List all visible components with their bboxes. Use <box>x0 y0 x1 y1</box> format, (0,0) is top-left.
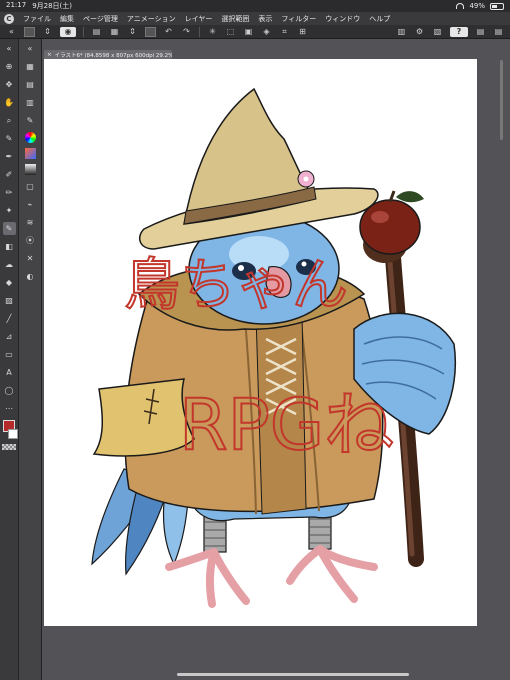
eraser-icon[interactable]: ◈ <box>261 27 272 37</box>
tool-property-icon[interactable]: ≋ <box>24 216 37 229</box>
pen-selected-icon[interactable]: ✎ <box>2 222 16 235</box>
auto-action-icon[interactable]: ✕ <box>24 252 37 265</box>
menu-view[interactable]: 表示 <box>258 14 272 24</box>
redo-icon[interactable]: ↷ <box>181 27 192 37</box>
eye-icon[interactable]: ◉ <box>60 26 76 37</box>
reference-icon[interactable]: ▧ <box>432 27 443 37</box>
brush-tool-icon[interactable]: ✐ <box>3 168 16 181</box>
menu-page[interactable]: ページ管理 <box>83 14 118 24</box>
menu-layer[interactable]: レイヤー <box>185 14 213 24</box>
text-tool-icon[interactable]: A <box>3 366 16 379</box>
menu-window[interactable]: ウィンドウ <box>325 14 360 24</box>
zoom-tool-icon[interactable]: ⊕ <box>3 60 16 73</box>
status-bar: 21:17 9月28日(土) 49% <box>0 0 510 12</box>
panel-layout-icon[interactable]: ▥ <box>396 27 407 37</box>
help-button[interactable]: ? <box>450 26 468 37</box>
history-icon[interactable]: ▢ <box>24 180 37 193</box>
blend-tool-icon[interactable]: ☁ <box>3 258 16 271</box>
layer-icon[interactable]: ▦ <box>24 60 37 73</box>
menu-edit[interactable]: 編集 <box>60 14 74 24</box>
app-logo-icon[interactable]: C <box>4 13 14 24</box>
battery-percent: 49% <box>469 2 485 10</box>
save-icon[interactable]: ▦ <box>109 27 120 37</box>
airbrush-icon[interactable]: ✦ <box>3 204 16 217</box>
handwriting-name: 鳥ちゃん <box>124 253 348 318</box>
background-color-swatch[interactable] <box>8 429 18 439</box>
panel-toggle-icon-2[interactable]: ▤ <box>493 27 504 37</box>
canvas-tab[interactable]: × イラスト6* (84.8598 x 807px 600dpi 29.2%) <box>44 50 172 59</box>
color-wheel-icon[interactable] <box>24 132 36 143</box>
battery-icon <box>490 2 504 10</box>
eraser-tool-icon[interactable]: ◧ <box>3 240 16 253</box>
close-icon[interactable]: × <box>47 52 52 58</box>
sub-tool-icon[interactable]: ✎ <box>24 114 37 127</box>
pencil-tool-icon[interactable]: ✏ <box>3 186 16 199</box>
move-tool-icon[interactable]: ✥ <box>3 78 16 91</box>
invert-selection-icon[interactable]: ▣ <box>243 27 254 37</box>
frame-tool-icon[interactable]: ▭ <box>3 348 16 361</box>
item-bank-icon[interactable]: ◐ <box>24 270 37 283</box>
crop-icon[interactable]: ⌗ <box>279 27 290 37</box>
illustration: 鳥ちゃん RPGね <box>91 87 457 608</box>
color-set-icon[interactable] <box>24 164 36 175</box>
brush-size-icon[interactable]: ⦿ <box>24 234 37 247</box>
balloon-tool-icon[interactable]: ◯ <box>3 384 16 397</box>
menu-animation[interactable]: アニメーション <box>127 14 176 24</box>
layer-move-icon[interactable]: ⇕ <box>127 27 138 37</box>
select-all-icon[interactable]: ⊞ <box>297 27 308 37</box>
gradient-tool-icon[interactable]: ▨ <box>3 294 16 307</box>
pen-tool-icon[interactable]: ✒ <box>3 150 16 163</box>
transparent-color-swatch[interactable] <box>2 444 16 450</box>
menu-collapse-icon[interactable]: « <box>6 27 17 37</box>
navigator-icon[interactable]: ▥ <box>24 96 37 109</box>
status-date: 9月28日(土) <box>32 2 73 10</box>
correction-tool-icon[interactable]: ⋯ <box>3 402 16 415</box>
wizard-hat <box>138 87 379 250</box>
drawing-canvas[interactable]: 鳥ちゃん RPGね <box>44 59 477 626</box>
canvas-tab-label: イラスト6* (84.8598 x 807px 600dpi 29.2%) <box>54 52 172 59</box>
handwriting-title: RPGね <box>179 384 394 466</box>
sub-tool-palette: « ▦ ▤ ▥ ✎ ▢ ⌁ ≋ ⦿ ✕ ◐ <box>19 39 42 680</box>
feet <box>165 545 378 608</box>
fill-color-icon[interactable] <box>145 26 156 37</box>
menu-selection[interactable]: 選択範囲 <box>221 14 249 24</box>
menu-help[interactable]: ヘルプ <box>369 14 390 24</box>
new-canvas-icon[interactable] <box>24 26 35 37</box>
deselect-icon[interactable]: ⬚ <box>225 27 236 37</box>
separator <box>199 26 200 37</box>
ruler-tool-icon[interactable]: ⊿ <box>3 330 16 343</box>
fill-tool-icon[interactable]: ◆ <box>3 276 16 289</box>
undo-icon[interactable]: ↶ <box>163 27 174 37</box>
settings-icon[interactable]: ⚙ <box>414 27 425 37</box>
menu-filter[interactable]: フィルター <box>281 14 316 24</box>
up-down-icon[interactable]: ⇕ <box>42 27 53 37</box>
open-file-icon[interactable]: ▤ <box>91 27 102 37</box>
tool-palette: « ⊕ ✥ ✋ ⌕ ✎ ✒ ✐ ✏ ✦ ✎ ◧ ☁ ◆ ▨ ╱ ⊿ ▭ A ◯ … <box>0 39 19 680</box>
separator <box>83 26 84 37</box>
expand-icon[interactable]: « <box>3 42 16 55</box>
material-icon[interactable]: ⌁ <box>24 198 37 211</box>
vertical-scrollbar[interactable] <box>500 60 503 140</box>
command-bar: « ⇕ ◉ ▤ ▦ ⇕ ↶ ↷ ✳ ⬚ ▣ ◈ ⌗ ⊞ ▥ ⚙ ▧ ? ▤ ▤ <box>0 25 510 39</box>
color-slider-icon[interactable] <box>24 148 36 159</box>
menu-bar: C ファイル 編集 ページ管理 アニメーション レイヤー 選択範囲 表示 フィル… <box>0 12 510 25</box>
status-time: 21:17 <box>6 1 27 9</box>
figure-tool-icon[interactable]: ╱ <box>3 312 16 325</box>
hand-tool-icon[interactable]: ✋ <box>3 96 16 109</box>
wifi-icon <box>456 3 465 9</box>
search-icon[interactable]: ⌕ <box>3 114 16 127</box>
collapse-icon[interactable]: « <box>24 42 37 55</box>
app-window: 21:17 9月28日(土) 49% C ファイル 編集 ページ管理 アニメーシ… <box>0 0 510 680</box>
eyedropper-icon[interactable]: ✎ <box>3 132 16 145</box>
menu-file[interactable]: ファイル <box>23 14 51 24</box>
panel-toggle-icon[interactable]: ▤ <box>475 27 486 37</box>
layer-property-icon[interactable]: ▤ <box>24 78 37 91</box>
horizontal-scrollbar[interactable] <box>177 673 409 676</box>
transform-icon[interactable]: ✳ <box>207 27 218 37</box>
